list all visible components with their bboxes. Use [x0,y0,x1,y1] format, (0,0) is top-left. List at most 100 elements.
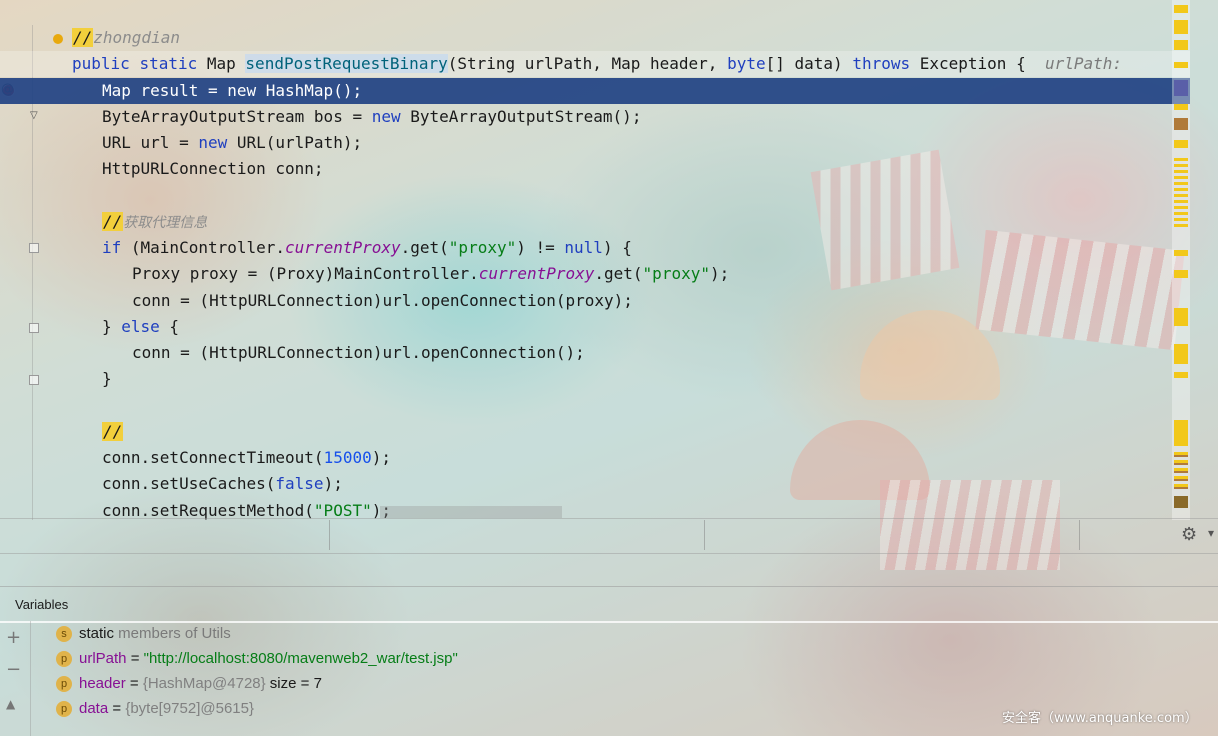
variable-row[interactable]: p data = {byte[9752]@5615} [56,697,254,721]
code-text: conn = (HttpURLConnection)url.openConnec… [132,291,633,310]
keyword: else [121,317,160,336]
variables-side-toolbar: + − ▲ [0,621,31,736]
params: [] data) [765,54,853,73]
keyword: byte [727,54,766,73]
watermark: 安全客（www.anquanke.com） [1002,711,1198,726]
stripe-marker[interactable] [1174,5,1188,13]
keyword: null [564,238,603,257]
code-line: if (MainController.currentProxy.get("pro… [0,235,1190,261]
stripe-marker[interactable] [1174,420,1188,446]
variable-name: header [79,675,126,692]
divider [704,520,705,550]
stripe-marker[interactable] [1174,270,1188,278]
stripe-marker[interactable] [1174,118,1188,130]
stripe-marker[interactable] [1174,452,1188,492]
equals-sign: = [125,675,143,692]
stripe-marker[interactable] [1174,158,1188,228]
code-text: conn.setUseCaches( [102,474,276,493]
params: (String urlPath, Map header, [447,54,728,73]
variable-reference: {HashMap@4728} [142,675,266,692]
stripe-marker[interactable] [1174,496,1188,508]
stripe-marker[interactable] [1174,372,1188,378]
code-line: // [0,419,1190,445]
stripe-marker[interactable] [1174,140,1188,148]
current-execution-line: Map result = new HashMap(); [0,78,1190,104]
code-text: } [102,369,112,388]
stripe-marker[interactable] [1174,62,1188,68]
stripe-marker[interactable] [1174,344,1188,364]
variable-extra: size = 7 [265,675,322,692]
variable-name: static [79,625,115,642]
keyword: if [102,238,122,257]
chevron-down-icon[interactable]: ▾ [1208,526,1214,540]
code-text: .get( [400,238,449,257]
variable-name: data [79,700,109,717]
code-text: ByteArrayOutputStream bos = [102,107,372,126]
code-text: ) { [602,238,632,257]
variable-description: members of Utils [114,625,231,642]
code-text: ) != [516,238,565,257]
variables-title: Variables [15,597,69,612]
keyword: new [371,107,401,126]
variable-name: urlPath [79,650,127,667]
add-watch-button[interactable]: + [6,629,21,647]
gear-icon[interactable]: ⚙ [1181,524,1197,545]
code-line: //获取代理信息 [0,209,1190,235]
code-text: ); [709,264,730,283]
variables-panel-header: Variables [0,586,1218,623]
code-text: ByteArrayOutputStream(); [400,107,642,126]
code-line: HttpURLConnection conn; [0,156,1190,182]
code-editor[interactable]: //zhongdian @ ▽ public static Map sendPo… [0,25,1190,520]
stripe-marker[interactable] [1174,20,1188,34]
code-text: { [159,317,180,336]
variable-row[interactable]: s static members of Utils [56,622,231,646]
code-line: //zhongdian [0,25,1190,51]
stripe-marker[interactable] [1174,308,1188,326]
code-text: ); [371,448,391,467]
code-line: conn.setRequestMethod("POST"); [0,498,1190,520]
code-line: } [0,366,1190,392]
code-text: } [102,317,122,336]
code-text: (MainController. [121,238,286,257]
code-text: ); [323,474,343,493]
inline-hint: urlPath: [1044,54,1132,73]
keyword: false [275,474,324,493]
static-badge-icon: s [56,626,72,643]
code-line: conn.setUseCaches(false); [0,471,1190,497]
move-up-button[interactable]: ▲ [6,695,15,713]
code-text: conn.setConnectTimeout( [102,448,324,467]
static-field: currentProxy [285,238,401,257]
stripe-marker[interactable] [1174,80,1188,96]
todo-marker: // [72,28,94,47]
equals-sign: = [108,700,126,717]
code-text: Proxy proxy = (Proxy)MainController. [132,264,479,283]
variable-reference: {byte[9752]@5615} [125,700,254,717]
code-text: Map result = new HashMap(); [102,81,363,100]
method-name[interactable]: sendPostRequestBinary [245,54,448,73]
divider [329,520,330,550]
comment-text: 获取代理信息 [123,215,208,231]
variable-row[interactable]: p urlPath = "http://localhost:8080/mavenw… [56,647,458,671]
parameter-badge-icon: p [56,676,72,693]
todo-marker: // [102,422,124,441]
divider [1079,520,1080,550]
string-literal: "proxy" [448,238,517,257]
stripe-marker[interactable] [1174,40,1188,50]
code-text: .get( [594,264,643,283]
horizontal-scrollbar[interactable] [380,506,562,518]
string-literal: "proxy" [642,264,710,283]
code-text: URL url = [102,133,199,152]
code-line: conn = (HttpURLConnection)url.openConnec… [0,340,1190,366]
keyword: static [139,54,198,73]
exception-type: Exception { [910,54,1045,73]
debug-frames-toolbar [0,518,1218,554]
stripe-marker[interactable] [1174,104,1188,110]
parameter-badge-icon: p [56,651,72,668]
variable-row[interactable]: p header = {HashMap@4728} size = 7 [56,672,322,696]
todo-marker: // [102,212,124,231]
variable-value: "http://localhost:8080/mavenweb2_war/tes… [143,650,458,667]
stripe-marker[interactable] [1174,250,1188,256]
static-field: currentProxy [478,264,595,283]
code-line: ByteArrayOutputStream bos = new ByteArra… [0,104,1190,130]
remove-watch-button[interactable]: − [6,661,21,679]
